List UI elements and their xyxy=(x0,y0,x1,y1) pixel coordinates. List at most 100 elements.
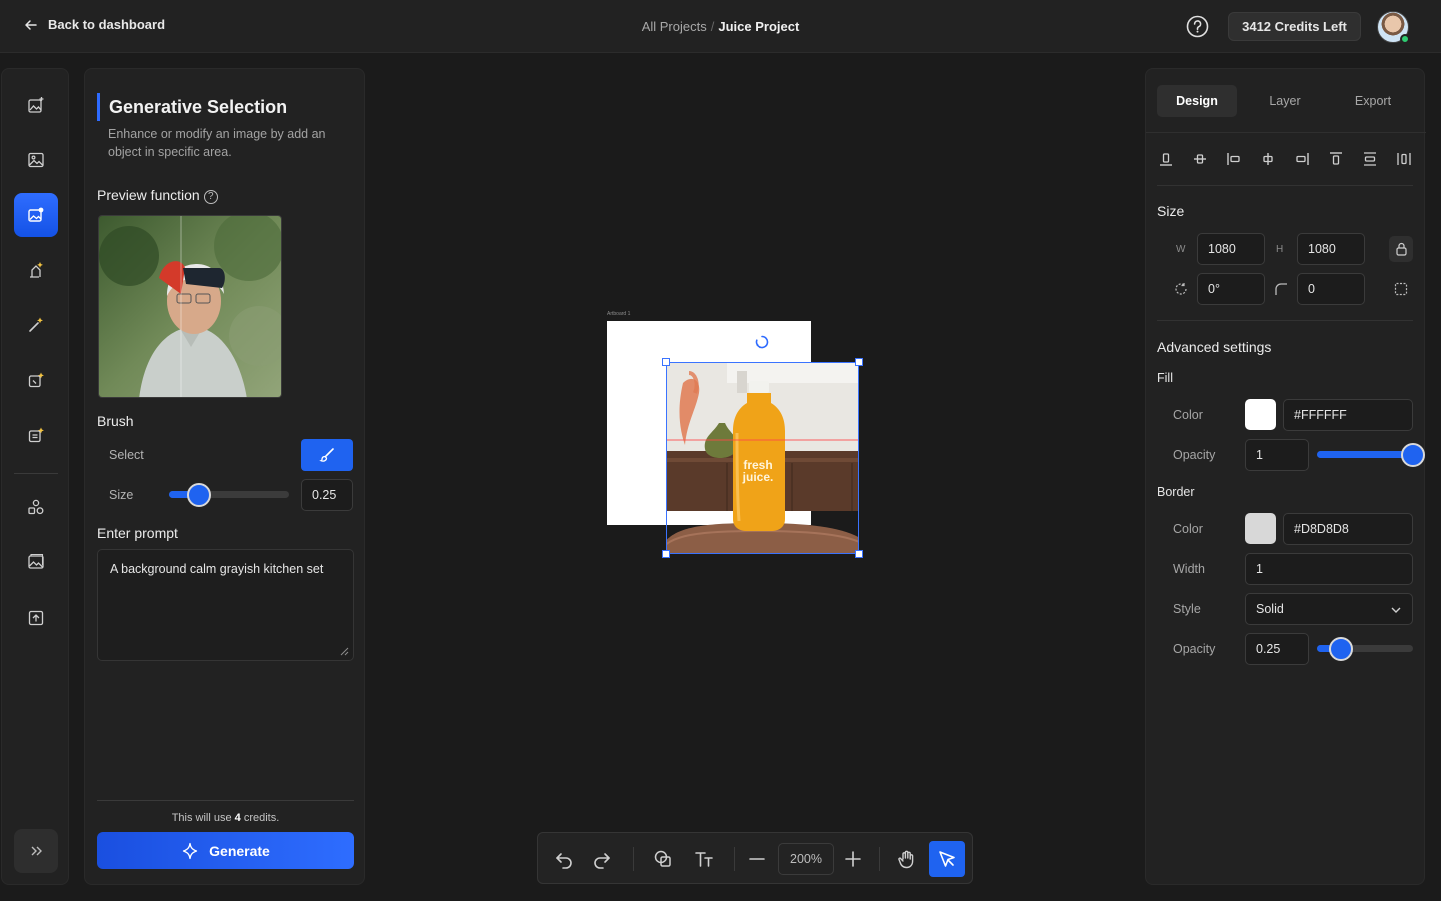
align-left-button[interactable] xyxy=(1224,147,1244,171)
border-opacity-slider-handle[interactable] xyxy=(1329,637,1353,661)
hand-tool-button[interactable] xyxy=(891,843,923,875)
border-opacity-label: Opacity xyxy=(1173,642,1216,656)
question-icon[interactable]: ? xyxy=(203,190,218,204)
text-tool-button[interactable] xyxy=(688,843,720,875)
zoom-out-button[interactable] xyxy=(741,843,773,875)
aspect-lock-button[interactable] xyxy=(1389,236,1413,262)
online-status-dot xyxy=(1400,34,1410,44)
alignment-toolbar xyxy=(1156,147,1416,171)
generate-button[interactable]: Generate xyxy=(97,832,354,869)
resize-handle-bottom-left[interactable] xyxy=(662,550,670,558)
rail-upload[interactable] xyxy=(14,596,58,640)
expand-rail-button[interactable] xyxy=(14,829,58,873)
rail-generative-selection[interactable] xyxy=(14,193,58,237)
align-bottom-icon xyxy=(1160,153,1172,166)
align-bottom-button[interactable] xyxy=(1156,147,1176,171)
align-center-vertical-button[interactable] xyxy=(1190,147,1210,171)
resize-handle-top-left[interactable] xyxy=(662,358,670,366)
fill-color-swatch[interactable] xyxy=(1245,399,1276,430)
border-opacity-input[interactable]: 0.25 xyxy=(1245,633,1309,665)
prompt-textarea[interactable]: A background calm grayish kitchen set xyxy=(97,549,354,661)
panel-title: Generative Selection xyxy=(97,93,287,121)
fill-opacity-input[interactable]: 1 xyxy=(1245,439,1309,471)
credits-note-suffix: credits. xyxy=(240,812,280,824)
zoom-in-button[interactable] xyxy=(837,843,869,875)
resize-handle-icon[interactable] xyxy=(339,646,349,656)
rail-magic-fill[interactable] xyxy=(14,248,58,292)
selected-product-image[interactable]: fresh juice. xyxy=(666,362,859,554)
product-label-line2: juice. xyxy=(742,470,774,484)
fill-color-input[interactable]: #FFFFFF xyxy=(1283,399,1413,431)
independent-corners-icon[interactable] xyxy=(1394,282,1408,296)
select-tool-button[interactable] xyxy=(929,841,965,877)
breadcrumb-all-projects[interactable]: All Projects xyxy=(642,19,707,34)
generate-label: Generate xyxy=(209,842,270,859)
rotate-icon xyxy=(1175,283,1187,295)
magic-fill-icon xyxy=(30,262,43,278)
breadcrumb-separator: / xyxy=(710,19,715,34)
distribute-horizontal-icon xyxy=(1397,153,1411,165)
properties-tabs: Design Layer Export xyxy=(1146,69,1426,133)
distribute-vertical-button[interactable] xyxy=(1360,147,1380,171)
lock-icon xyxy=(1395,242,1407,256)
border-style-value: Solid xyxy=(1256,602,1284,616)
image-icon xyxy=(28,152,44,168)
border-width-input[interactable]: 1 xyxy=(1245,553,1413,585)
border-color-input[interactable]: #D8D8D8 xyxy=(1283,513,1413,545)
height-input[interactable]: 1080 xyxy=(1297,233,1365,265)
brush-select-button[interactable] xyxy=(301,439,353,471)
fill-opacity-slider-handle[interactable] xyxy=(1401,443,1425,467)
align-center-horizontal-button[interactable] xyxy=(1258,147,1278,171)
undo-icon xyxy=(556,853,572,869)
rail-image-sparkle[interactable] xyxy=(14,83,58,127)
rail-image[interactable] xyxy=(14,138,58,182)
shapes-overlap-icon xyxy=(654,850,671,867)
undo-button[interactable] xyxy=(548,843,580,875)
corner-radius-input[interactable]: 0 xyxy=(1297,273,1365,305)
rail-expand-image[interactable] xyxy=(14,358,58,402)
border-width-label: Width xyxy=(1173,562,1205,576)
brush-icon xyxy=(319,448,334,462)
align-top-icon xyxy=(1330,152,1342,165)
rail-layers-image[interactable] xyxy=(14,540,58,584)
align-top-button[interactable] xyxy=(1326,147,1346,171)
tab-export[interactable]: Export xyxy=(1333,85,1413,117)
distribute-horizontal-button[interactable] xyxy=(1394,147,1414,171)
rail-replace-image[interactable] xyxy=(14,413,58,457)
rotation-input[interactable]: 0° xyxy=(1197,273,1265,305)
generative-selection-icon xyxy=(28,207,44,222)
breadcrumb-current-project: Juice Project xyxy=(718,19,800,34)
fill-heading: Fill xyxy=(1157,371,1173,385)
loading-spinner-icon xyxy=(755,335,769,349)
brush-size-label: Size xyxy=(109,488,134,502)
brush-size-slider-handle[interactable] xyxy=(187,483,211,507)
juice-photo-illustration: fresh juice. xyxy=(667,363,858,553)
fill-color-label: Color xyxy=(1173,408,1203,422)
tab-layer[interactable]: Layer xyxy=(1245,85,1325,117)
width-input[interactable]: 1080 xyxy=(1197,233,1265,265)
tool-rail xyxy=(1,68,69,885)
resize-handle-top-right[interactable] xyxy=(855,358,863,366)
rail-divider xyxy=(14,473,58,474)
brush-size-input[interactable]: 0.25 xyxy=(301,479,353,511)
generative-selection-panel: Generative Selection Enhance or modify a… xyxy=(84,68,365,885)
rail-magic-wand[interactable] xyxy=(14,303,58,347)
align-left-icon xyxy=(1227,153,1240,165)
avatar[interactable] xyxy=(1377,11,1410,44)
help-icon[interactable] xyxy=(1186,15,1209,38)
credits-badge[interactable]: 3412 Credits Left xyxy=(1228,12,1361,41)
shapes-tool-button[interactable] xyxy=(647,843,679,875)
align-right-icon xyxy=(1296,153,1309,165)
panel-divider xyxy=(97,800,354,801)
brush-heading: Brush xyxy=(97,413,134,429)
brush-select-label: Select xyxy=(109,448,144,462)
zoom-level[interactable]: 200% xyxy=(778,843,834,875)
resize-handle-bottom-right[interactable] xyxy=(855,550,863,558)
tab-design[interactable]: Design xyxy=(1157,85,1237,117)
align-right-button[interactable] xyxy=(1292,147,1312,171)
properties-panel: Design Layer Export Size W 1080 H 1080 0… xyxy=(1145,68,1426,885)
redo-button[interactable] xyxy=(586,843,618,875)
border-style-select[interactable]: Solid xyxy=(1245,593,1413,625)
border-color-swatch[interactable] xyxy=(1245,513,1276,544)
rail-shapes[interactable] xyxy=(14,485,58,529)
